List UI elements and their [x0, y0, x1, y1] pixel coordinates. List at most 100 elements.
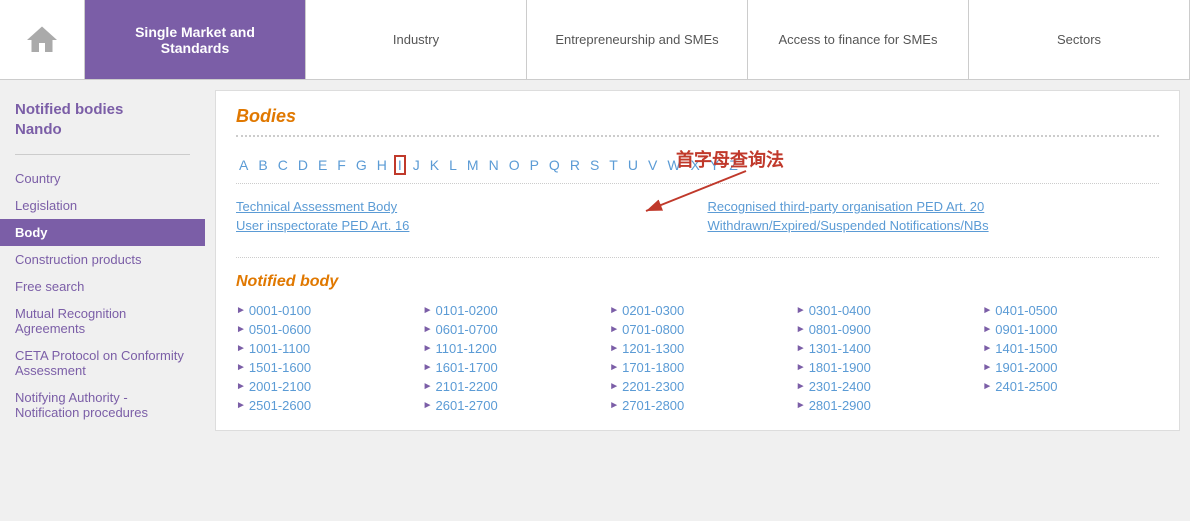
alpha-A[interactable]: A [236, 155, 251, 175]
sidebar-item-ceta[interactable]: CETA Protocol on Conformity Assessment [0, 342, 205, 384]
range-2801-2900[interactable]: 2801-2900 [809, 398, 871, 413]
alpha-B[interactable]: B [255, 155, 270, 175]
withdrawn-link[interactable]: Withdrawn/Expired/Suspended Notification… [708, 218, 1160, 233]
range-0401-0500[interactable]: 0401-0500 [995, 303, 1057, 318]
nav-access-finance[interactable]: Access to finance for SMEs [748, 0, 969, 79]
range-1401-1500[interactable]: 1401-1500 [995, 341, 1057, 356]
range-2301-2400[interactable]: 2301-2400 [809, 379, 871, 394]
number-item: ►0801-0900 [796, 322, 973, 337]
top-navigation: Single Market and Standards Industry Ent… [0, 0, 1190, 80]
number-item: ►0901-1000 [982, 322, 1159, 337]
number-item: ►1701-1800 [609, 360, 786, 375]
range-2601-2700[interactable]: 2601-2700 [436, 398, 498, 413]
sidebar-title: Notified bodiesNando [0, 95, 205, 144]
number-item: ►1101-1200 [423, 341, 600, 356]
number-item: ►1601-1700 [423, 360, 600, 375]
number-item: ►0301-0400 [796, 303, 973, 318]
range-0001-0100[interactable]: 0001-0100 [249, 303, 311, 318]
number-item: ►1801-1900 [796, 360, 973, 375]
alpha-C[interactable]: C [275, 155, 291, 175]
range-0601-0700[interactable]: 0601-0700 [436, 322, 498, 337]
range-1901-2000[interactable]: 1901-2000 [995, 360, 1057, 375]
sidebar-item-construction[interactable]: Construction products [0, 246, 205, 273]
number-item: ►1301-1400 [796, 341, 973, 356]
number-item: ►1501-1600 [236, 360, 413, 375]
range-0301-0400[interactable]: 0301-0400 [809, 303, 871, 318]
range-0901-1000[interactable]: 0901-1000 [995, 322, 1057, 337]
number-item: ►2201-2300 [609, 379, 786, 394]
number-item: ►2001-2100 [236, 379, 413, 394]
range-0701-0800[interactable]: 0701-0800 [622, 322, 684, 337]
range-2101-2200[interactable]: 2101-2200 [436, 379, 498, 394]
sidebar-item-notifying[interactable]: Notifying Authority - Notification proce… [0, 384, 205, 426]
alpha-I[interactable]: I [394, 155, 406, 175]
number-item: ►2301-2400 [796, 379, 973, 394]
sidebar-item-country[interactable]: Country [0, 165, 205, 192]
number-item: ►1001-1100 [236, 341, 413, 356]
range-1601-1700[interactable]: 1601-1700 [436, 360, 498, 375]
number-item: ►0401-0500 [982, 303, 1159, 318]
main-container: Notified bodiesNando Country Legislation… [0, 80, 1190, 441]
alpha-R[interactable]: R [567, 155, 583, 175]
number-item-empty [982, 398, 1159, 413]
alpha-J[interactable]: J [410, 155, 423, 175]
range-0201-0300[interactable]: 0201-0300 [622, 303, 684, 318]
range-1701-1800[interactable]: 1701-1800 [622, 360, 684, 375]
range-0801-0900[interactable]: 0801-0900 [809, 322, 871, 337]
number-grid: ►0001-0100 ►0101-0200 ►0201-0300 ►0301-0… [236, 303, 1159, 413]
number-item: ►1201-1300 [609, 341, 786, 356]
alpha-G[interactable]: G [353, 155, 370, 175]
alpha-E[interactable]: E [315, 155, 330, 175]
number-item: ►2701-2800 [609, 398, 786, 413]
alpha-P[interactable]: P [527, 155, 542, 175]
range-1501-1600[interactable]: 1501-1600 [249, 360, 311, 375]
range-1001-1100[interactable]: 1001-1100 [249, 341, 310, 356]
nav-single-market[interactable]: Single Market and Standards [85, 0, 306, 79]
number-item: ►0601-0700 [423, 322, 600, 337]
number-item: ►0201-0300 [609, 303, 786, 318]
links-col-2: Recognised third-party organisation PED … [708, 199, 1160, 237]
sidebar-divider [15, 154, 190, 155]
alpha-L[interactable]: L [446, 155, 460, 175]
number-item: ►2401-2500 [982, 379, 1159, 394]
range-0501-0600[interactable]: 0501-0600 [249, 322, 311, 337]
recognised-third-link[interactable]: Recognised third-party organisation PED … [708, 199, 1160, 214]
range-1801-1900[interactable]: 1801-1900 [809, 360, 871, 375]
number-item: ►2601-2700 [423, 398, 600, 413]
alpha-N[interactable]: N [486, 155, 502, 175]
range-1201-1300[interactable]: 1201-1300 [622, 341, 684, 356]
number-item: ►1901-2000 [982, 360, 1159, 375]
alpha-M[interactable]: M [464, 155, 482, 175]
number-item: ►0701-0800 [609, 322, 786, 337]
alpha-D[interactable]: D [295, 155, 311, 175]
sidebar-item-body[interactable]: Body [0, 219, 205, 246]
alpha-K[interactable]: K [427, 155, 442, 175]
alpha-H[interactable]: H [374, 155, 390, 175]
number-item: ►1401-1500 [982, 341, 1159, 356]
nav-sectors[interactable]: Sectors [969, 0, 1190, 79]
annotation-arrow [606, 166, 766, 226]
range-2201-2300[interactable]: 2201-2300 [622, 379, 684, 394]
alpha-Q[interactable]: Q [546, 155, 563, 175]
sidebar-item-mutual[interactable]: Mutual Recognition Agreements [0, 300, 205, 342]
alpha-O[interactable]: O [506, 155, 523, 175]
alpha-S[interactable]: S [587, 155, 602, 175]
nav-industry[interactable]: Industry [306, 0, 527, 79]
range-2701-2800[interactable]: 2701-2800 [622, 398, 684, 413]
bodies-title: Bodies [236, 106, 1159, 137]
number-item: ►0501-0600 [236, 322, 413, 337]
range-2001-2100[interactable]: 2001-2100 [249, 379, 311, 394]
sidebar: Notified bodiesNando Country Legislation… [0, 80, 205, 441]
alpha-F[interactable]: F [334, 155, 349, 175]
notified-body-section: Notified body ►0001-0100 ►0101-0200 ►020… [236, 257, 1159, 413]
sidebar-item-free-search[interactable]: Free search [0, 273, 205, 300]
range-0101-0200[interactable]: 0101-0200 [436, 303, 498, 318]
notified-body-title: Notified body [236, 273, 1159, 291]
range-2401-2500[interactable]: 2401-2500 [995, 379, 1057, 394]
range-1101-1200[interactable]: 1101-1200 [436, 341, 497, 356]
range-2501-2600[interactable]: 2501-2600 [249, 398, 311, 413]
home-button[interactable] [0, 0, 85, 79]
range-1301-1400[interactable]: 1301-1400 [809, 341, 871, 356]
sidebar-item-legislation[interactable]: Legislation [0, 192, 205, 219]
nav-entrepreneurship[interactable]: Entrepreneurship and SMEs [527, 0, 748, 79]
